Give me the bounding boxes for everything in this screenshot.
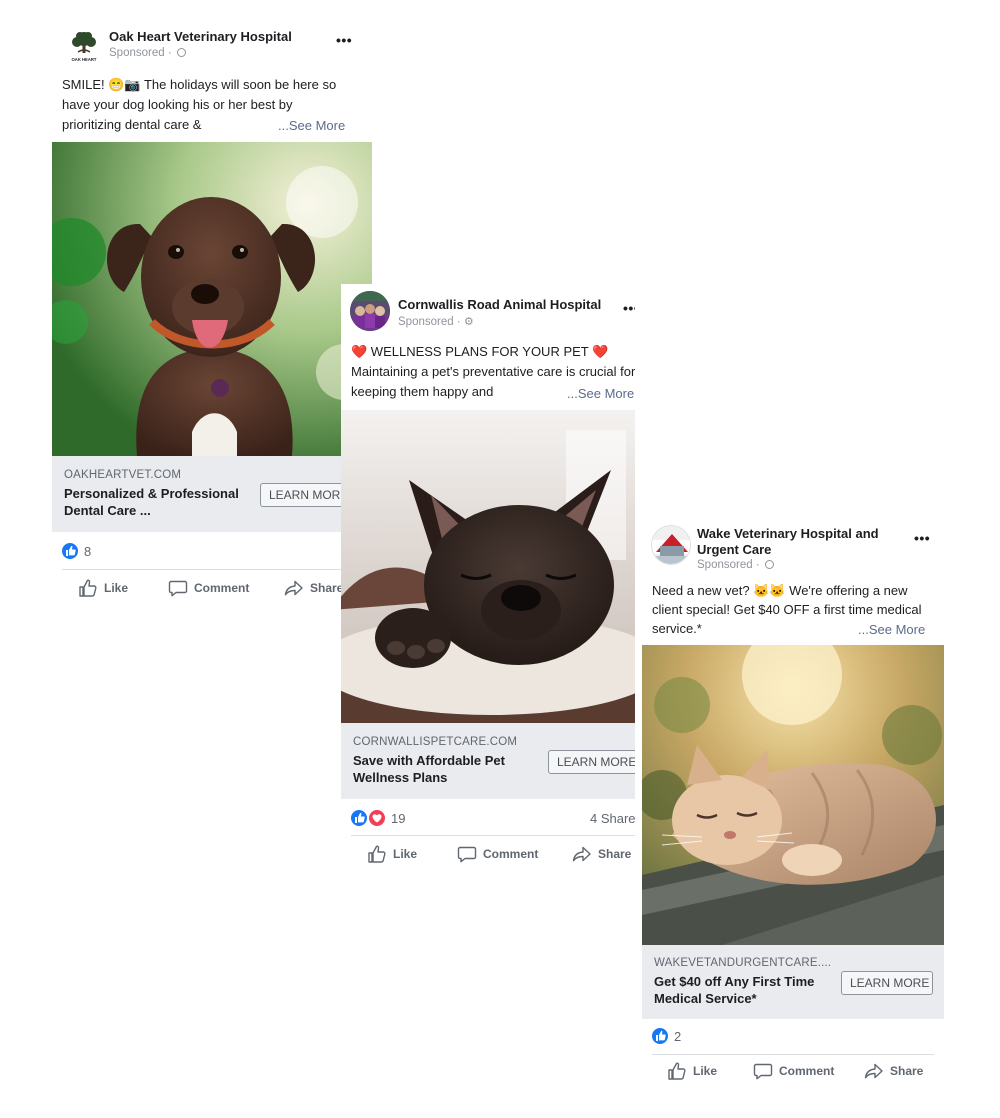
gear-icon: ⚙ (463, 316, 474, 328)
reaction-count: 2 (674, 1028, 682, 1044)
sponsored-text: Sponsored · (109, 47, 172, 59)
reaction-count: 19 (391, 810, 406, 826)
link-domain: CORNWALLISPETCARE.COM (353, 736, 518, 748)
like-reaction-icon (62, 543, 78, 559)
link-headline[interactable]: Get $40 off Any First Time Medical Servi… (654, 973, 834, 1007)
post-header: Cornwallis Road Animal Hospital Sponsore… (341, 284, 635, 342)
post-photo[interactable] (341, 410, 635, 723)
avatar-logo-text: OAK HEART (72, 57, 97, 62)
comment-label: Comment (779, 1064, 835, 1078)
reaction-summary[interactable]: 2 (652, 1028, 681, 1044)
like-icon (667, 1061, 687, 1081)
like-icon (78, 578, 98, 598)
post-photo[interactable] (52, 142, 372, 456)
link-headline[interactable]: Personalized & Professional Dental Care … (64, 485, 254, 519)
comment-icon (753, 1061, 773, 1081)
link-headline[interactable]: Save with Affordable Pet Wellness Plans (353, 752, 538, 786)
share-icon (284, 578, 304, 598)
post-text-headline: ❤️ WELLNESS PLANS FOR YOUR PET ❤️ (351, 344, 609, 359)
share-button[interactable]: Share (572, 844, 631, 864)
comment-button[interactable]: Comment (753, 1061, 834, 1081)
reaction-summary[interactable]: 8 (62, 543, 91, 559)
love-reaction-icon (369, 810, 385, 826)
brown-puppy-photo (52, 142, 372, 456)
like-reaction-icon (351, 810, 367, 826)
share-label: Share (598, 847, 632, 861)
like-label: Like (393, 847, 418, 861)
page-avatar[interactable]: OAK HEART (64, 27, 104, 67)
learn-more-button[interactable]: LEARN MORE (548, 750, 635, 774)
sponsored-label: Sponsored · (697, 559, 774, 571)
share-icon (572, 844, 592, 864)
see-more-link[interactable]: ...See More (567, 386, 634, 401)
globe-icon (764, 560, 774, 569)
ad-post-oak-heart: OAK HEART Oak Heart Veterinary Hospital … (52, 16, 372, 616)
ad-post-wake-vet: Wake Veterinary Hospital and Urgent Care… (642, 516, 944, 1096)
comment-icon (457, 844, 477, 864)
globe-icon (176, 48, 186, 57)
like-icon (367, 844, 387, 864)
comment-button[interactable]: Comment (168, 578, 249, 598)
sponsored-label: Sponsored · ⚙ (398, 315, 474, 328)
link-preview[interactable]: OAKHEARTVET.COM Personalized & Professio… (52, 456, 372, 532)
see-more-link[interactable]: ...See More (858, 622, 925, 637)
like-label: Like (104, 581, 129, 595)
comment-icon (168, 578, 188, 598)
like-reaction-icon (652, 1028, 668, 1044)
share-label: Share (310, 581, 344, 595)
like-button[interactable]: Like (78, 578, 128, 598)
ad-post-cornwallis: Cornwallis Road Animal Hospital Sponsore… (341, 284, 635, 884)
sponsored-label: Sponsored · (109, 47, 186, 59)
link-domain: OAKHEARTVET.COM (64, 469, 182, 481)
page-name[interactable]: Oak Heart Veterinary Hospital (109, 29, 292, 45)
post-header: Wake Veterinary Hospital and Urgent Care… (642, 516, 944, 572)
learn-more-button[interactable]: LEARN MORE (841, 971, 933, 995)
page-name[interactable]: Cornwallis Road Animal Hospital (398, 297, 601, 313)
like-label: Like (693, 1064, 718, 1078)
share-button[interactable]: Share (864, 1061, 923, 1081)
share-count[interactable]: 4 Shares (590, 811, 635, 826)
more-options-icon[interactable]: ••• (914, 530, 930, 546)
post-header: OAK HEART Oak Heart Veterinary Hospital … (52, 16, 372, 74)
divider (351, 835, 635, 836)
sleeping-bulldog-photo (341, 410, 635, 723)
link-preview[interactable]: WAKEVETANDURGENTCARE.... Get $40 off Any… (642, 945, 944, 1019)
link-domain: WAKEVETANDURGENTCARE.... (654, 957, 832, 969)
page-avatar[interactable] (350, 291, 390, 331)
sponsored-text: Sponsored · (697, 559, 760, 571)
comment-label: Comment (194, 581, 250, 595)
see-more-link[interactable]: ...See More (278, 118, 345, 133)
share-button[interactable]: Share (284, 578, 343, 598)
like-button[interactable]: Like (667, 1061, 717, 1081)
share-icon (864, 1061, 884, 1081)
like-button[interactable]: Like (367, 844, 417, 864)
page-avatar[interactable] (651, 525, 691, 565)
post-photo[interactable] (642, 645, 944, 945)
more-options-icon[interactable]: ••• (336, 32, 352, 48)
comment-label: Comment (483, 847, 539, 861)
comment-button[interactable]: Comment (457, 844, 538, 864)
more-options-icon[interactable]: ••• (623, 300, 635, 316)
share-label: Share (890, 1064, 924, 1078)
divider (62, 569, 352, 570)
reaction-summary[interactable]: 19 (351, 810, 405, 826)
divider (652, 1054, 934, 1055)
page-name[interactable]: Wake Veterinary Hospital and Urgent Care (697, 526, 897, 558)
reaction-count: 8 (84, 543, 92, 559)
sleeping-cat-photo (642, 645, 944, 945)
link-preview[interactable]: CORNWALLISPETCARE.COM Save with Affordab… (341, 723, 635, 799)
sponsored-text: Sponsored · (398, 316, 461, 328)
